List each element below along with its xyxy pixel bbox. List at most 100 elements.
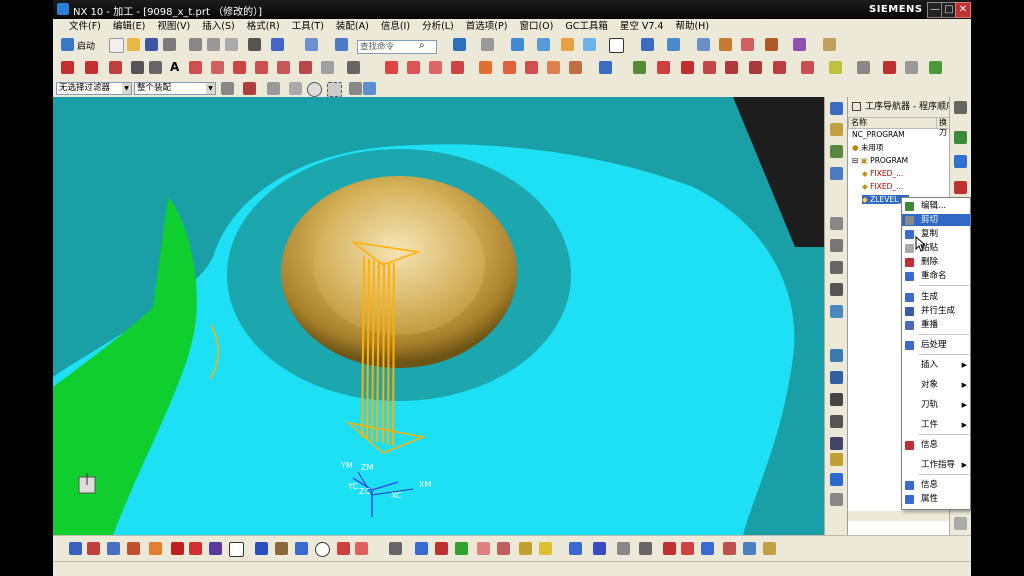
menu-help[interactable]: 帮助(H)	[669, 19, 715, 34]
move-object-icon[interactable]	[765, 38, 778, 51]
menu-item-cut[interactable]: 剪切	[902, 214, 970, 226]
measure-icon[interactable]	[719, 38, 732, 51]
fillet-icon[interactable]	[149, 61, 162, 74]
line-icon[interactable]	[61, 61, 74, 74]
verify-toolpath-icon[interactable]	[830, 473, 843, 486]
tool-holder-icon[interactable]	[763, 542, 776, 555]
circle-icon[interactable]	[131, 61, 144, 74]
postprocess-icon[interactable]	[830, 415, 843, 428]
paste-icon[interactable]	[225, 38, 238, 51]
move-face-icon[interactable]	[681, 61, 694, 74]
arc-tool-icon[interactable]	[337, 542, 350, 555]
menu-item-insert[interactable]: 插入 ▶	[902, 359, 970, 371]
snap-point-icon[interactable]	[243, 82, 256, 95]
menu-edit[interactable]: 编辑(E)	[107, 19, 151, 34]
menu-item-information[interactable]: 信息	[902, 479, 970, 491]
region-icon[interactable]	[639, 542, 652, 555]
menu-item-paste[interactable]: 粘贴	[902, 242, 970, 254]
roles-icon[interactable]	[954, 155, 967, 168]
wave-icon[interactable]	[347, 61, 360, 74]
menu-assembly[interactable]: 装配(A)	[330, 19, 375, 34]
close-button[interactable]: ✕	[955, 2, 971, 18]
menu-item-generate[interactable]: 生成	[902, 291, 970, 303]
render-style-icon[interactable]	[481, 38, 494, 51]
snap-quadrant-icon[interactable]	[349, 82, 362, 95]
layer-icon[interactable]	[697, 38, 710, 51]
menu-item-object[interactable]: 对象 ▶	[902, 379, 970, 391]
menu-window[interactable]: 窗口(O)	[513, 19, 559, 34]
cross-icon[interactable]	[295, 542, 308, 555]
tree-item-program[interactable]: ⊟ ▣ PROGRAM	[852, 156, 908, 165]
web-browser-icon[interactable]	[954, 181, 967, 194]
multi-axis-icon[interactable]	[743, 542, 756, 555]
extend-icon[interactable]	[211, 61, 224, 74]
create-geometry-icon[interactable]	[830, 305, 843, 318]
menu-insert[interactable]: 插入(S)	[196, 19, 240, 34]
transform-icon[interactable]	[415, 542, 428, 555]
mill-icon[interactable]	[255, 542, 268, 555]
color-red-icon[interactable]	[435, 542, 448, 555]
toolpath-icon[interactable]	[830, 493, 843, 506]
menu-item-parallel-generate[interactable]: 并行生成	[902, 305, 970, 317]
start-button-label[interactable]: 启动	[77, 39, 95, 52]
shaded-icon[interactable]	[561, 38, 574, 51]
layout-icon[interactable]	[497, 542, 510, 555]
menu-item-workpiece[interactable]: 工件 ▶	[902, 419, 970, 431]
menu-item-info[interactable]: 信息	[902, 439, 970, 451]
print-icon[interactable]	[163, 38, 176, 51]
view-icon[interactable]	[477, 542, 490, 555]
tree-item-fixed-1[interactable]: ◆ FIXED_...	[862, 169, 903, 178]
tree-item-fixed-2[interactable]: ◆ FIXED_...	[862, 182, 903, 191]
bridge-icon[interactable]	[255, 61, 268, 74]
project-icon[interactable]	[277, 61, 290, 74]
menu-format[interactable]: 格式(R)	[241, 19, 286, 34]
dimension-icon[interactable]	[883, 61, 896, 74]
program-view-icon[interactable]	[830, 145, 843, 158]
menu-item-delete[interactable]: 删除	[902, 256, 970, 268]
tree-item-nc-program[interactable]: NC_PROGRAM	[852, 130, 905, 139]
output-cls-icon[interactable]	[830, 453, 843, 466]
extrude-icon[interactable]	[479, 61, 492, 74]
snap-mid-icon[interactable]	[289, 82, 302, 95]
wcs-icon[interactable]	[667, 38, 680, 51]
trim-icon[interactable]	[189, 61, 202, 74]
part-navigator-icon[interactable]	[830, 123, 843, 136]
constrain-face-icon[interactable]	[801, 61, 814, 74]
open-icon[interactable]	[127, 38, 140, 51]
circle-tool-icon[interactable]	[315, 542, 330, 557]
menu-item-postprocess[interactable]: 后处理	[902, 339, 970, 351]
hole-icon[interactable]	[547, 61, 560, 74]
text-icon[interactable]: A	[170, 60, 179, 74]
menu-gc-toolkit[interactable]: GC工具箱	[559, 19, 614, 34]
menu-item-copy[interactable]: 复制	[902, 228, 970, 240]
create-program-icon[interactable]	[830, 261, 843, 274]
menu-item-work-instruction[interactable]: 工作指导 ▶	[902, 459, 970, 471]
customize-icon[interactable]	[823, 38, 836, 51]
pin-icon[interactable]	[852, 102, 861, 111]
select-all-icon[interactable]	[221, 82, 234, 95]
menu-tools[interactable]: 工具(T)	[286, 19, 330, 34]
color-palette-icon[interactable]	[929, 61, 942, 74]
intersect-curve-icon[interactable]	[385, 61, 398, 74]
fit-view-icon[interactable]	[453, 38, 466, 51]
snap-center-icon[interactable]	[307, 82, 322, 97]
menu-item-toolpath[interactable]: 刀轨 ▶	[902, 399, 970, 411]
generate-icon[interactable]	[830, 371, 843, 384]
arc-icon[interactable]	[109, 61, 122, 74]
cut-icon[interactable]	[189, 38, 202, 51]
star-icon[interactable]	[519, 542, 532, 555]
menu-item-edit[interactable]: 编辑...	[902, 200, 970, 212]
stop-icon[interactable]	[171, 542, 184, 555]
horizontal-scrollbar[interactable]	[848, 511, 950, 521]
offset-region-icon[interactable]	[657, 61, 670, 74]
pattern-face-icon[interactable]	[749, 61, 762, 74]
label-icon[interactable]	[829, 61, 842, 74]
snap-icon[interactable]	[641, 38, 654, 51]
slot-icon[interactable]	[701, 542, 714, 555]
background-icon[interactable]	[583, 38, 596, 51]
orient-view-icon[interactable]	[511, 38, 524, 51]
menu-analysis[interactable]: 分析(L)	[416, 19, 460, 34]
eraser-icon[interactable]	[149, 542, 162, 555]
cube-icon[interactable]	[209, 542, 222, 555]
analyze-icon[interactable]	[741, 38, 754, 51]
